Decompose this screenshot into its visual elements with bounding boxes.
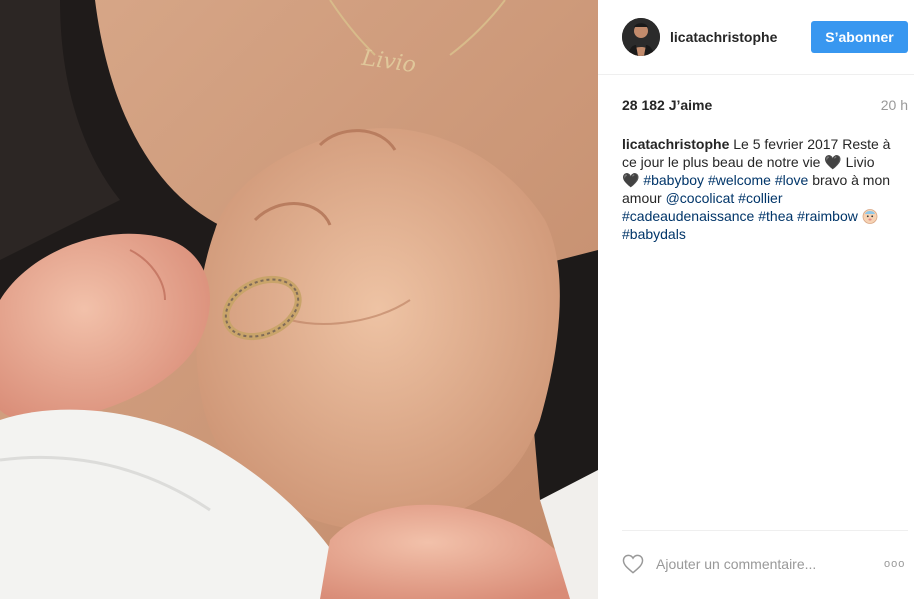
hashtag-welcome[interactable]: #welcome [708, 172, 771, 188]
photo-image: Livio [0, 0, 598, 599]
post-details-panel: licatachristophe S’abonner 28 182 J’aime… [598, 0, 914, 599]
post-caption: licatachristophe Le 5 fevrier 2017 Reste… [622, 135, 892, 243]
black-heart-emoji: 🖤 [622, 172, 640, 188]
divider [622, 530, 908, 531]
caption-author[interactable]: licatachristophe [622, 136, 729, 152]
hashtag-thea[interactable]: #thea [758, 208, 793, 224]
avatar[interactable] [622, 18, 660, 56]
heart-outline-icon[interactable] [622, 554, 644, 574]
post-time[interactable]: 20 h [881, 97, 908, 113]
post-photo[interactable]: Livio [0, 0, 598, 599]
hashtag-babyboy[interactable]: #babyboy [643, 172, 704, 188]
mention-cocolicat[interactable]: @cocolicat [666, 190, 735, 206]
hashtag-cadeaudenaissance[interactable]: #cadeaudenaissance [622, 208, 754, 224]
post-header: licatachristophe S’abonner [598, 0, 914, 75]
hashtag-raimbow[interactable]: #raimbow [797, 208, 858, 224]
black-heart-emoji: 🖤 [824, 154, 842, 170]
hashtag-babydals[interactable]: #babydals [622, 226, 686, 242]
username-link[interactable]: licatachristophe [670, 29, 777, 45]
baby-face-icon [862, 208, 878, 224]
comment-input[interactable] [656, 552, 856, 576]
follow-button[interactable]: S’abonner [811, 21, 908, 53]
more-options-icon[interactable]: ooo [884, 558, 905, 570]
caption-text: Livio [841, 154, 875, 170]
hashtag-love[interactable]: #love [775, 172, 808, 188]
likes-count[interactable]: 28 182 J’aime [622, 97, 712, 113]
hashtag-collier[interactable]: #collier [738, 190, 782, 206]
